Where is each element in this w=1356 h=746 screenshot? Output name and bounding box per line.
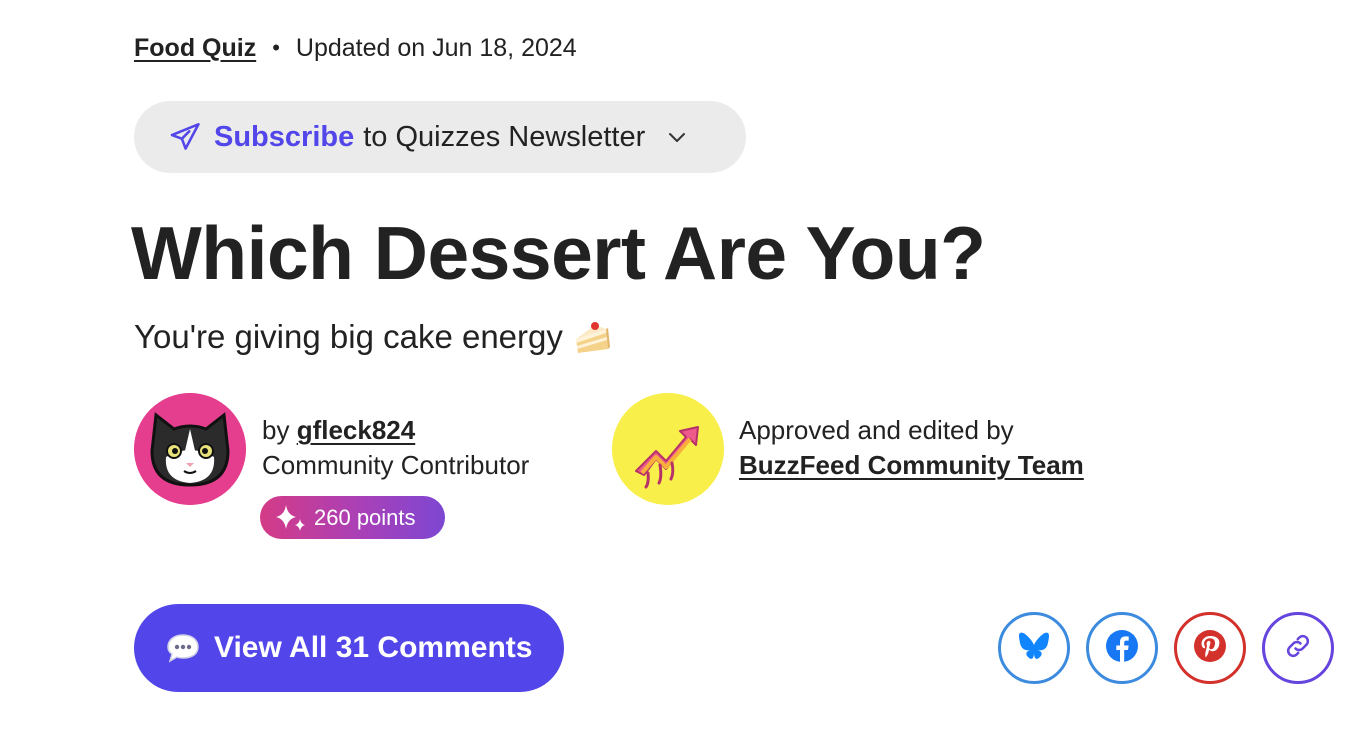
cat-avatar[interactable] [134, 393, 246, 505]
share-pinterest-button[interactable] [1174, 612, 1246, 684]
author-role: Community Contributor [262, 450, 530, 480]
author-username-link[interactable]: gfleck824 [297, 415, 416, 445]
quiz-subtitle-text: You're giving big cake energy [134, 318, 563, 355]
share-bluesky-button[interactable] [998, 612, 1070, 684]
send-icon [168, 120, 202, 154]
quiz-title: Which Dessert Are You? [131, 211, 986, 295]
community-team-link[interactable]: BuzzFeed Community Team [739, 448, 1084, 483]
view-comments-button[interactable]: View All 31 Comments [134, 604, 564, 692]
category-link[interactable]: Food Quiz [134, 34, 256, 63]
sparkle-icon [274, 503, 308, 533]
facebook-icon [1105, 629, 1139, 668]
share-facebook-button[interactable] [1086, 612, 1158, 684]
subscribe-link-label: Subscribe [214, 120, 355, 153]
quiz-subtitle: You're giving big cake energy [134, 318, 611, 356]
speech-bubble-icon [166, 632, 200, 664]
by-label: by [262, 415, 290, 445]
link-icon [1283, 631, 1313, 666]
copy-link-button[interactable] [1262, 612, 1334, 684]
article-meta: Food Quiz • Updated on Jun 18, 2024 [134, 30, 577, 66]
updated-date: Updated on Jun 18, 2024 [295, 33, 577, 62]
trending-arrow-logo [612, 393, 724, 505]
approver-info: Approved and edited by BuzzFeed Communit… [739, 413, 1084, 483]
approval-label: Approved and edited by [739, 415, 1014, 445]
meta-separator: • [272, 35, 280, 60]
view-comments-label: View All 31 Comments [214, 631, 533, 664]
chevron-down-icon [665, 125, 689, 149]
bluesky-icon [1018, 631, 1050, 666]
subscribe-newsletter-button[interactable]: Subscribe to Quizzes Newsletter [134, 101, 746, 173]
points-badge: 260 points [260, 496, 445, 539]
cake-emoji-icon [573, 319, 611, 355]
author-info: by gfleck824 Community Contributor [262, 413, 529, 483]
subscribe-rest-label: to Quizzes Newsletter [363, 120, 646, 153]
points-label: 260 points [314, 504, 416, 530]
pinterest-icon [1193, 629, 1227, 668]
